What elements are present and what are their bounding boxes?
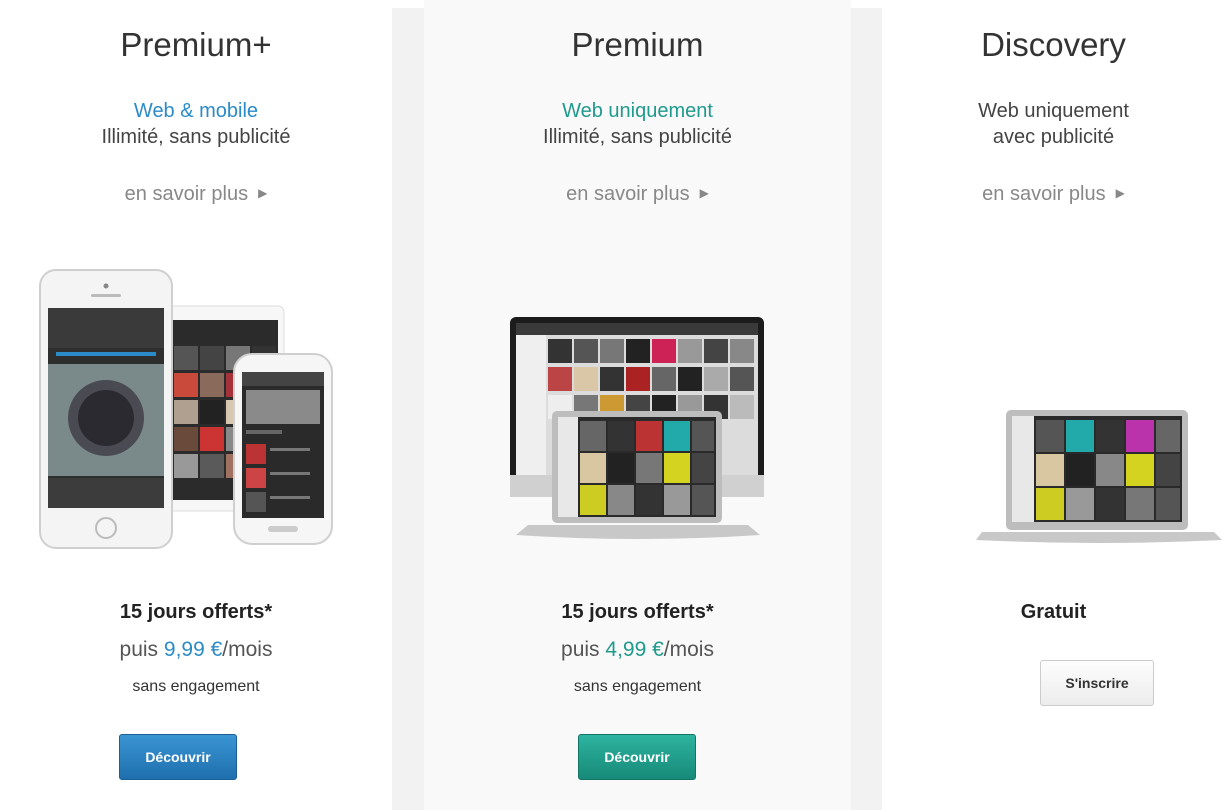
plan-description: Illimité, sans publicité xyxy=(101,126,291,148)
plan-description: Illimité, sans publicité xyxy=(543,126,732,148)
commitment-note: sans engagement xyxy=(573,678,702,695)
plans-page: Premium+ Web & mobile Illimité, sans pub… xyxy=(0,0,1225,810)
learn-more-label: en savoir plus xyxy=(982,183,1106,205)
plan-price: puis 4,99 €/mois xyxy=(424,638,851,662)
price-amount: 9,99 € xyxy=(163,638,223,661)
learn-more-link[interactable]: en savoir plus ▶ xyxy=(882,183,1225,206)
discover-premium-plus-button[interactable]: Découvrir xyxy=(119,734,237,780)
column-divider xyxy=(851,8,882,810)
trial-offer: 15 jours offerts* xyxy=(119,601,273,623)
plan-description: avec publicité xyxy=(992,126,1115,148)
discover-premium-button[interactable]: Découvrir xyxy=(578,734,696,780)
plan-discovery: Discovery Web uniquement avec publicité … xyxy=(882,0,1225,810)
plan-platform: Web uniquement xyxy=(562,100,713,122)
trial-offer: 15 jours offerts* xyxy=(561,601,714,623)
plan-price: puis 9,99 €/mois xyxy=(0,638,392,662)
plan-platform: Web & mobile xyxy=(133,100,259,122)
free-label: Gratuit xyxy=(1020,601,1087,623)
learn-more-link[interactable]: en savoir plus ▶ xyxy=(0,183,392,206)
price-amount: 4,99 € xyxy=(605,638,664,661)
learn-more-label: en savoir plus xyxy=(566,183,690,205)
desktop-laptop-image xyxy=(510,317,764,539)
price-suffix: /mois xyxy=(222,638,273,661)
plan-premium-plus: Premium+ Web & mobile Illimité, sans pub… xyxy=(0,0,392,810)
column-divider xyxy=(392,8,424,810)
price-prefix: puis xyxy=(119,638,164,661)
plan-platform: Web uniquement xyxy=(978,100,1129,122)
price-prefix: puis xyxy=(561,638,606,661)
plan-title: Premium xyxy=(571,26,704,63)
triangle-right-icon: ▶ xyxy=(1115,186,1125,200)
price-suffix: /mois xyxy=(663,638,714,661)
plan-title: Discovery xyxy=(981,26,1126,63)
learn-more-label: en savoir plus xyxy=(124,183,249,205)
plan-premium: Premium Web uniquement Illimité, sans pu… xyxy=(424,0,851,810)
triangle-right-icon: ▶ xyxy=(258,186,268,200)
laptop-image xyxy=(976,410,1222,543)
signup-button[interactable]: S'inscrire xyxy=(1040,660,1154,706)
devices-image xyxy=(39,269,333,549)
plan-title: Premium+ xyxy=(120,26,272,63)
triangle-right-icon: ▶ xyxy=(699,186,709,200)
commitment-note: sans engagement xyxy=(132,678,260,695)
learn-more-link[interactable]: en savoir plus ▶ xyxy=(424,183,851,206)
